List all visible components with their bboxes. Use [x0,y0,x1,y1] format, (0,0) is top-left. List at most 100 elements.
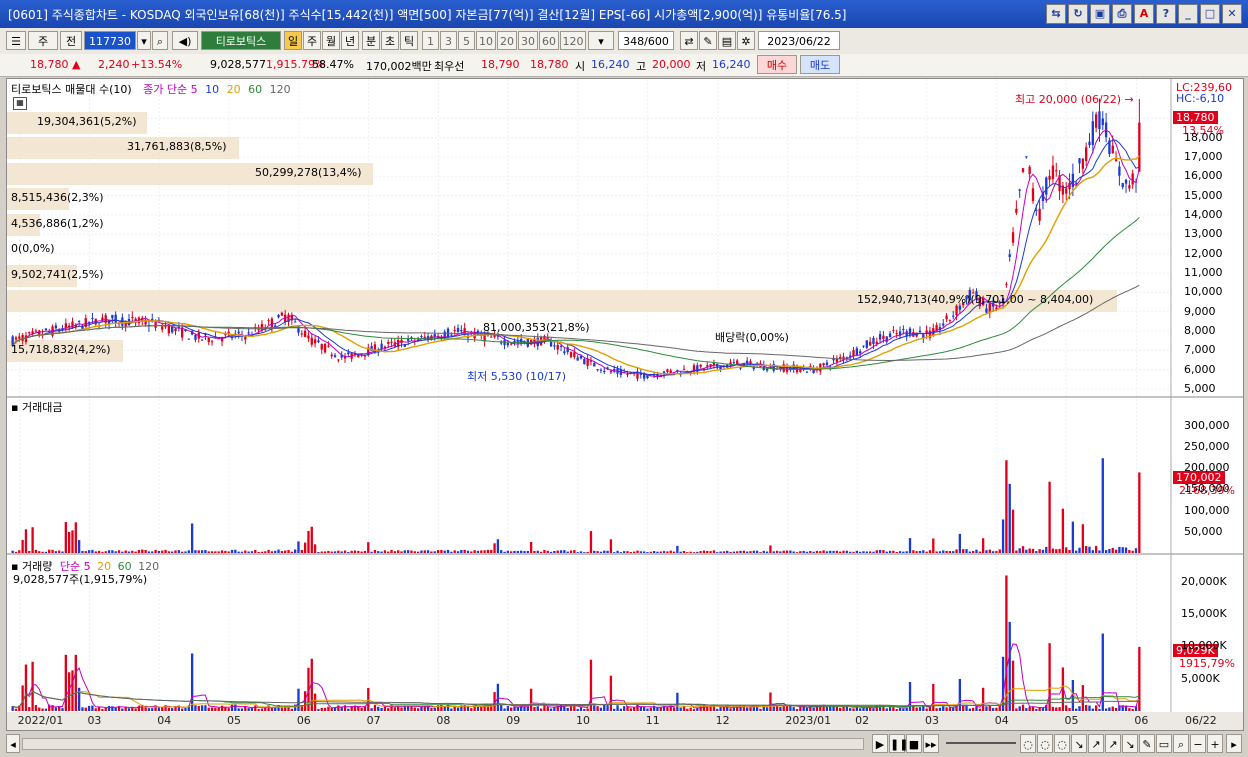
minute-120[interactable]: 120 [560,31,586,50]
price-axis-tick: 18,000 [1184,130,1223,144]
period-tick[interactable]: 틱 [400,31,418,50]
volume-bar [380,707,383,711]
tool-icon[interactable]: ✎ [699,31,717,50]
layout-icon[interactable]: ▣ [1090,4,1110,24]
settings-icon[interactable]: ✲ [737,31,755,50]
line-tool-icon[interactable]: ↘ [1071,734,1087,753]
volume-bar [1098,708,1101,711]
volume-profile-label: 152,940,713(40,9%)(9,701,00 ~ 8,404,00) [857,293,1094,306]
pause-icon[interactable]: ❚❚ [889,734,908,753]
amount-bar [639,551,642,553]
minute-60[interactable]: 60 [539,31,559,50]
period-year[interactable]: 년 [341,31,359,50]
line-tool-3-icon[interactable]: ↗ [1105,734,1121,753]
volume-bar [639,706,642,711]
paint-icon[interactable]: ✎ [1139,734,1155,753]
link-icon[interactable]: ⇆ [1046,4,1066,24]
volume-bar [237,708,240,711]
amount-bar [583,552,586,553]
count-field[interactable]: 348/600 [618,31,674,50]
grid-icon[interactable]: ▦ [13,97,27,110]
amount-bar [855,550,859,553]
amount-bar [1015,550,1018,553]
compare-icon[interactable]: ⇄ [680,31,698,50]
help-icon[interactable]: ? [1156,4,1176,24]
date-input[interactable]: 2023/06/22 [758,31,840,50]
draw-tool-icon[interactable]: ◌ [1020,734,1036,753]
amount-bar [144,550,147,553]
close-button[interactable]: ✕ [1222,4,1242,24]
scroll-left-button[interactable]: ◂ [6,734,20,753]
refresh-icon[interactable]: ↻ [1068,4,1088,24]
minute-5[interactable]: 5 [458,31,475,50]
minute-30[interactable]: 30 [518,31,538,50]
price-axis-tick: 14,000 [1184,208,1223,221]
market-select[interactable]: 주 [28,31,58,50]
minute-20[interactable]: 20 [497,31,517,50]
minute-1[interactable]: 1 [422,31,439,50]
fast-forward-icon[interactable]: ▸▸ [923,734,939,753]
amount-axis-tick: 300,000 [1184,418,1230,432]
draw-tool-3-icon[interactable]: ◌ [1054,734,1070,753]
screen-icon[interactable]: ▭ [1156,734,1172,753]
current-price-marker: 18,780 [1173,111,1218,124]
amount-bar [878,549,882,553]
period-minute[interactable]: 분 [362,31,380,50]
scroll-track[interactable] [22,738,864,750]
amount-bar [529,541,533,553]
buy-button[interactable]: 매수 [757,55,797,74]
maximize-button[interactable]: □ [1200,4,1220,24]
amount-bar [852,551,855,553]
amount-bar [363,550,367,553]
candle-body [745,360,749,364]
stop-icon[interactable]: ■ [906,734,922,753]
candle-body [902,329,905,331]
candle-body [586,358,589,366]
save-icon[interactable]: ▤ [718,31,736,50]
stock-name-label[interactable]: 티로보틱스 [201,31,281,50]
candle-body [161,326,164,330]
period-second[interactable]: 초 [381,31,399,50]
amount-bar [1138,472,1141,553]
sell-button[interactable]: 매도 [800,55,840,74]
candle-body [882,335,885,340]
search-icon[interactable]: ⌕ [152,31,168,50]
zoom-in-icon[interactable]: + [1207,734,1223,753]
draw-tool-2-icon[interactable]: ◌ [1037,734,1053,753]
font-icon[interactable]: A [1134,4,1154,24]
stock-code-input[interactable]: 117730 [84,31,136,50]
chart-canvas[interactable] [7,79,1243,713]
minimize-button[interactable]: _ [1178,4,1198,24]
candle-body [34,330,38,332]
x-axis-label: 2023/01 [785,714,832,727]
chevron-down-icon[interactable]: ▾ [137,31,151,50]
amount-bar [237,551,240,553]
play-icon[interactable]: ▶ [872,734,888,753]
line-tool-4-icon[interactable]: ↘ [1122,734,1138,753]
zoom-out-icon[interactable]: − [1190,734,1206,753]
zoom-slider[interactable] [946,742,1016,744]
custom-period-select[interactable]: ▾ [588,31,614,50]
prefix-button[interactable]: 전 [60,31,82,50]
menu-icon[interactable]: ☰ [6,31,26,50]
amount-bar [706,550,709,553]
minute-10[interactable]: 10 [476,31,496,50]
period-week[interactable]: 주 [303,31,321,50]
candle-body [420,336,423,338]
volume-bar [868,707,872,711]
volume-bar [197,705,200,711]
volume-bar [722,706,726,711]
candle-body [303,330,307,337]
speaker-icon[interactable]: ◀) [172,31,198,50]
period-day[interactable]: 일 [284,31,302,50]
line-tool-2-icon[interactable]: ↗ [1088,734,1104,753]
print-icon[interactable]: ⎙ [1112,4,1132,24]
chart-area[interactable]: 티로보틱스 매물대 수(10) 종가 단순 5 10 20 60 120 ▦ L… [6,78,1244,714]
price-axis-tick: 10,000 [1184,285,1223,299]
zoom-icon[interactable]: ⌕ [1173,734,1189,753]
scroll-right-button[interactable]: ▸ [1226,734,1242,753]
candle-body [28,332,31,334]
volume-bar [1018,706,1021,711]
period-month[interactable]: 월 [322,31,340,50]
minute-3[interactable]: 3 [440,31,457,50]
